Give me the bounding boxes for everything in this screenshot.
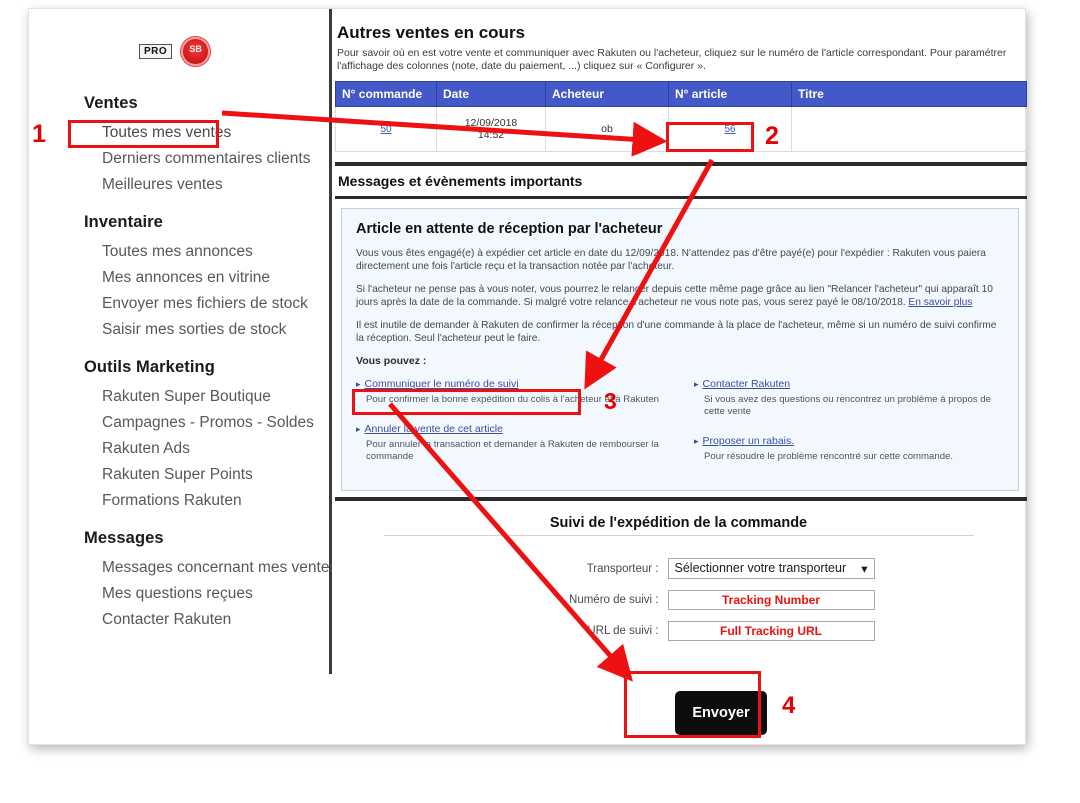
- bullet-icon: ▸: [356, 424, 361, 435]
- th-titre: Titre: [791, 81, 1027, 107]
- transporteur-select[interactable]: Sélectionner votre transporteur ▾: [667, 558, 875, 580]
- communiquer-numero-suivi-desc: Pour confirmer la bonne expédition du co…: [366, 394, 660, 406]
- infobox-paragraph-1: Vous vous êtes engagé(e) à expédier cet …: [356, 248, 986, 273]
- step-number-4: 4: [782, 692, 796, 719]
- sidebar-item-super-boutique[interactable]: Rakuten Super Boutique: [102, 386, 364, 407]
- infobox-paragraph-2: Si l'acheteur ne pense pas à vous noter,…: [356, 283, 1004, 310]
- tracking-number-input[interactable]: Tracking Number: [667, 590, 875, 611]
- sidebar-item-contacter-rakuten[interactable]: Contacter Rakuten: [102, 609, 364, 630]
- sidebar-item-toutes-mes-ventes[interactable]: Toutes mes ventes: [102, 122, 364, 143]
- sidebar-item-campagnes-promos-soldes[interactable]: Campagnes - Promos - Soldes: [102, 412, 364, 433]
- sidebar-item-rakuten-ads[interactable]: Rakuten Ads: [102, 438, 364, 459]
- cell-date: 12/09/2018 14:52: [436, 106, 546, 152]
- sidebar-nav: Ventes Toutes mes ventes Derniers commen…: [84, 94, 364, 648]
- step-number-2: 2: [765, 122, 779, 150]
- field-row-url-suivi: URL de suivi : Full Tracking URL: [332, 621, 1025, 642]
- status-infobox: Article en attente de réception par l'ac…: [341, 208, 1019, 492]
- pro-badge: PRO: [139, 44, 173, 59]
- sidebar-item-super-points[interactable]: Rakuten Super Points: [102, 464, 364, 485]
- chevron-down-icon: ▾: [861, 562, 868, 577]
- th-acheteur: Acheteur: [545, 81, 669, 107]
- th-commande: N° commande: [335, 81, 437, 107]
- step-number-3: 3: [604, 388, 617, 414]
- nav-heading-ventes: Ventes: [84, 94, 138, 112]
- page-title: Autres ventes en cours: [337, 23, 526, 42]
- sidebar-item-formations-rakuten[interactable]: Formations Rakuten: [102, 490, 364, 511]
- sidebar-item-annonces-vitrine[interactable]: Mes annonces en vitrine: [102, 267, 364, 288]
- label-url-suivi: URL de suivi :: [587, 625, 659, 638]
- contacter-rakuten-desc: Si vous avez des questions ou rencontrez…: [704, 394, 991, 418]
- nav-group-ventes: Ventes Toutes mes ventes Derniers commen…: [84, 94, 364, 195]
- page-description: Pour savoir où en est votre vente et com…: [337, 47, 1007, 72]
- vous-pouvez-label: Vous pouvez :: [356, 355, 427, 368]
- sidebar: PRO Ventes Toutes mes ventes Derniers co…: [29, 9, 337, 674]
- infobox-paragraph-3: Il est inutile de demander à Rakuten de …: [356, 319, 997, 345]
- action-contacter-rakuten: ▸ Contacter Rakuten Si vous avez des ques…: [694, 374, 1004, 418]
- bullet-icon: ▸: [694, 379, 699, 390]
- sidebar-item-envoyer-fichiers-stock[interactable]: Envoyer mes fichiers de stock: [102, 293, 364, 314]
- nav-group-messages: Messages Messages concernant mes ventes …: [84, 529, 364, 630]
- nav-heading-messages: Messages: [84, 529, 164, 547]
- label-numero-suivi: Numéro de suivi :: [569, 594, 659, 607]
- sidebar-item-derniers-commentaires[interactable]: Derniers commentaires clients: [102, 148, 364, 169]
- orders-table: N° commande Date Acheteur N° article Tit…: [335, 81, 1027, 152]
- main-content: Autres ventes en cours Pour savoir où en…: [332, 9, 1027, 674]
- divider-under-messages-header: [335, 196, 1027, 199]
- application-window: PRO Ventes Toutes mes ventes Derniers co…: [28, 8, 1027, 745]
- sidebar-item-meilleures-ventes[interactable]: Meilleures ventes: [102, 174, 364, 195]
- order-time: 14:52: [477, 129, 505, 141]
- cell-titre: [791, 106, 1027, 152]
- action-annuler-vente: ▸ Annuler la vente de cet article Pour an…: [356, 419, 666, 463]
- action-communiquer-suivi: ▸ Communiquer le numéro de suivi Pour con…: [356, 374, 666, 406]
- th-date: Date: [436, 81, 546, 107]
- shipping-title: Suivi de l'expédition de la commande: [549, 515, 808, 532]
- cell-commande: 50: [335, 106, 437, 152]
- shipping-rule: [383, 535, 974, 537]
- tracking-url-input[interactable]: Full Tracking URL: [667, 621, 875, 642]
- bullet-icon: ▸: [356, 379, 361, 390]
- field-row-transporteur: Transporteur : Sélectionner votre transp…: [332, 558, 1025, 580]
- proposer-rabais-desc: Pour résoudre le problème rencontré sur …: [704, 451, 954, 463]
- step-number-1: 1: [32, 120, 46, 148]
- action-links: ▸ Communiquer le numéro de suivi Pour con…: [356, 374, 1004, 476]
- annuler-vente-desc: Pour annuler la transaction et demander …: [366, 439, 659, 463]
- seller-medal-icon: [181, 37, 211, 66]
- label-transporteur: Transporteur :: [586, 562, 659, 575]
- learn-more-link[interactable]: En savoir plus: [908, 297, 972, 308]
- action-links-right: ▸ Contacter Rakuten Si vous avez des ques…: [694, 374, 1004, 476]
- table-row: 50 12/09/2018 14:52 ob 56: [335, 106, 1027, 152]
- th-article: N° article: [668, 81, 792, 107]
- nav-heading-outils-marketing: Outils Marketing: [84, 358, 215, 376]
- article-number-link[interactable]: 56: [724, 124, 735, 135]
- submit-area: Envoyer: [660, 686, 782, 740]
- annuler-vente-link[interactable]: Annuler la vente de cet article: [365, 423, 503, 435]
- action-links-left: ▸ Communiquer le numéro de suivi Pour con…: [356, 374, 666, 476]
- infobox-paragraph-2-text: Si l'acheteur ne pense pas à vous noter,…: [356, 283, 993, 309]
- communiquer-numero-suivi-link[interactable]: Communiquer le numéro de suivi: [365, 378, 519, 390]
- sidebar-item-toutes-mes-annonces[interactable]: Toutes mes annonces: [102, 241, 364, 262]
- nav-heading-inventaire: Inventaire: [84, 213, 163, 231]
- transporteur-selected-value: Sélectionner votre transporteur: [674, 561, 847, 576]
- bullet-icon: ▸: [694, 436, 699, 447]
- envoyer-button[interactable]: Envoyer: [675, 691, 767, 735]
- messages-section-header: Messages et évènements importants: [338, 173, 583, 189]
- table-header-row: N° commande Date Acheteur N° article Tit…: [335, 81, 1027, 107]
- proposer-rabais-link[interactable]: Proposer un rabais.: [703, 435, 795, 447]
- sidebar-item-questions-recues[interactable]: Mes questions reçues: [102, 583, 364, 604]
- sidebar-item-saisir-sorties-stock[interactable]: Saisir mes sorties de stock: [102, 319, 364, 340]
- field-row-numero-suivi: Numéro de suivi : Tracking Number: [332, 590, 1025, 611]
- nav-group-inventaire: Inventaire Toutes mes annonces Mes annon…: [84, 213, 364, 340]
- nav-group-outils-marketing: Outils Marketing Rakuten Super Boutique …: [84, 358, 364, 511]
- order-number-link[interactable]: 50: [380, 124, 391, 135]
- order-date: 12/09/2018: [464, 117, 518, 129]
- infobox-heading: Article en attente de réception par l'ac…: [356, 221, 663, 237]
- shipping-section: Suivi de l'expédition de la commande Tra…: [332, 501, 1025, 642]
- contacter-rakuten-link[interactable]: Contacter Rakuten: [703, 378, 791, 390]
- action-proposer-rabais: ▸ Proposer un rabais. Pour résoudre le pr…: [694, 431, 1004, 463]
- seller-badges: PRO: [139, 37, 211, 66]
- sidebar-item-messages-ventes[interactable]: Messages concernant mes ventes: [102, 557, 364, 578]
- cell-acheteur: ob: [545, 106, 669, 152]
